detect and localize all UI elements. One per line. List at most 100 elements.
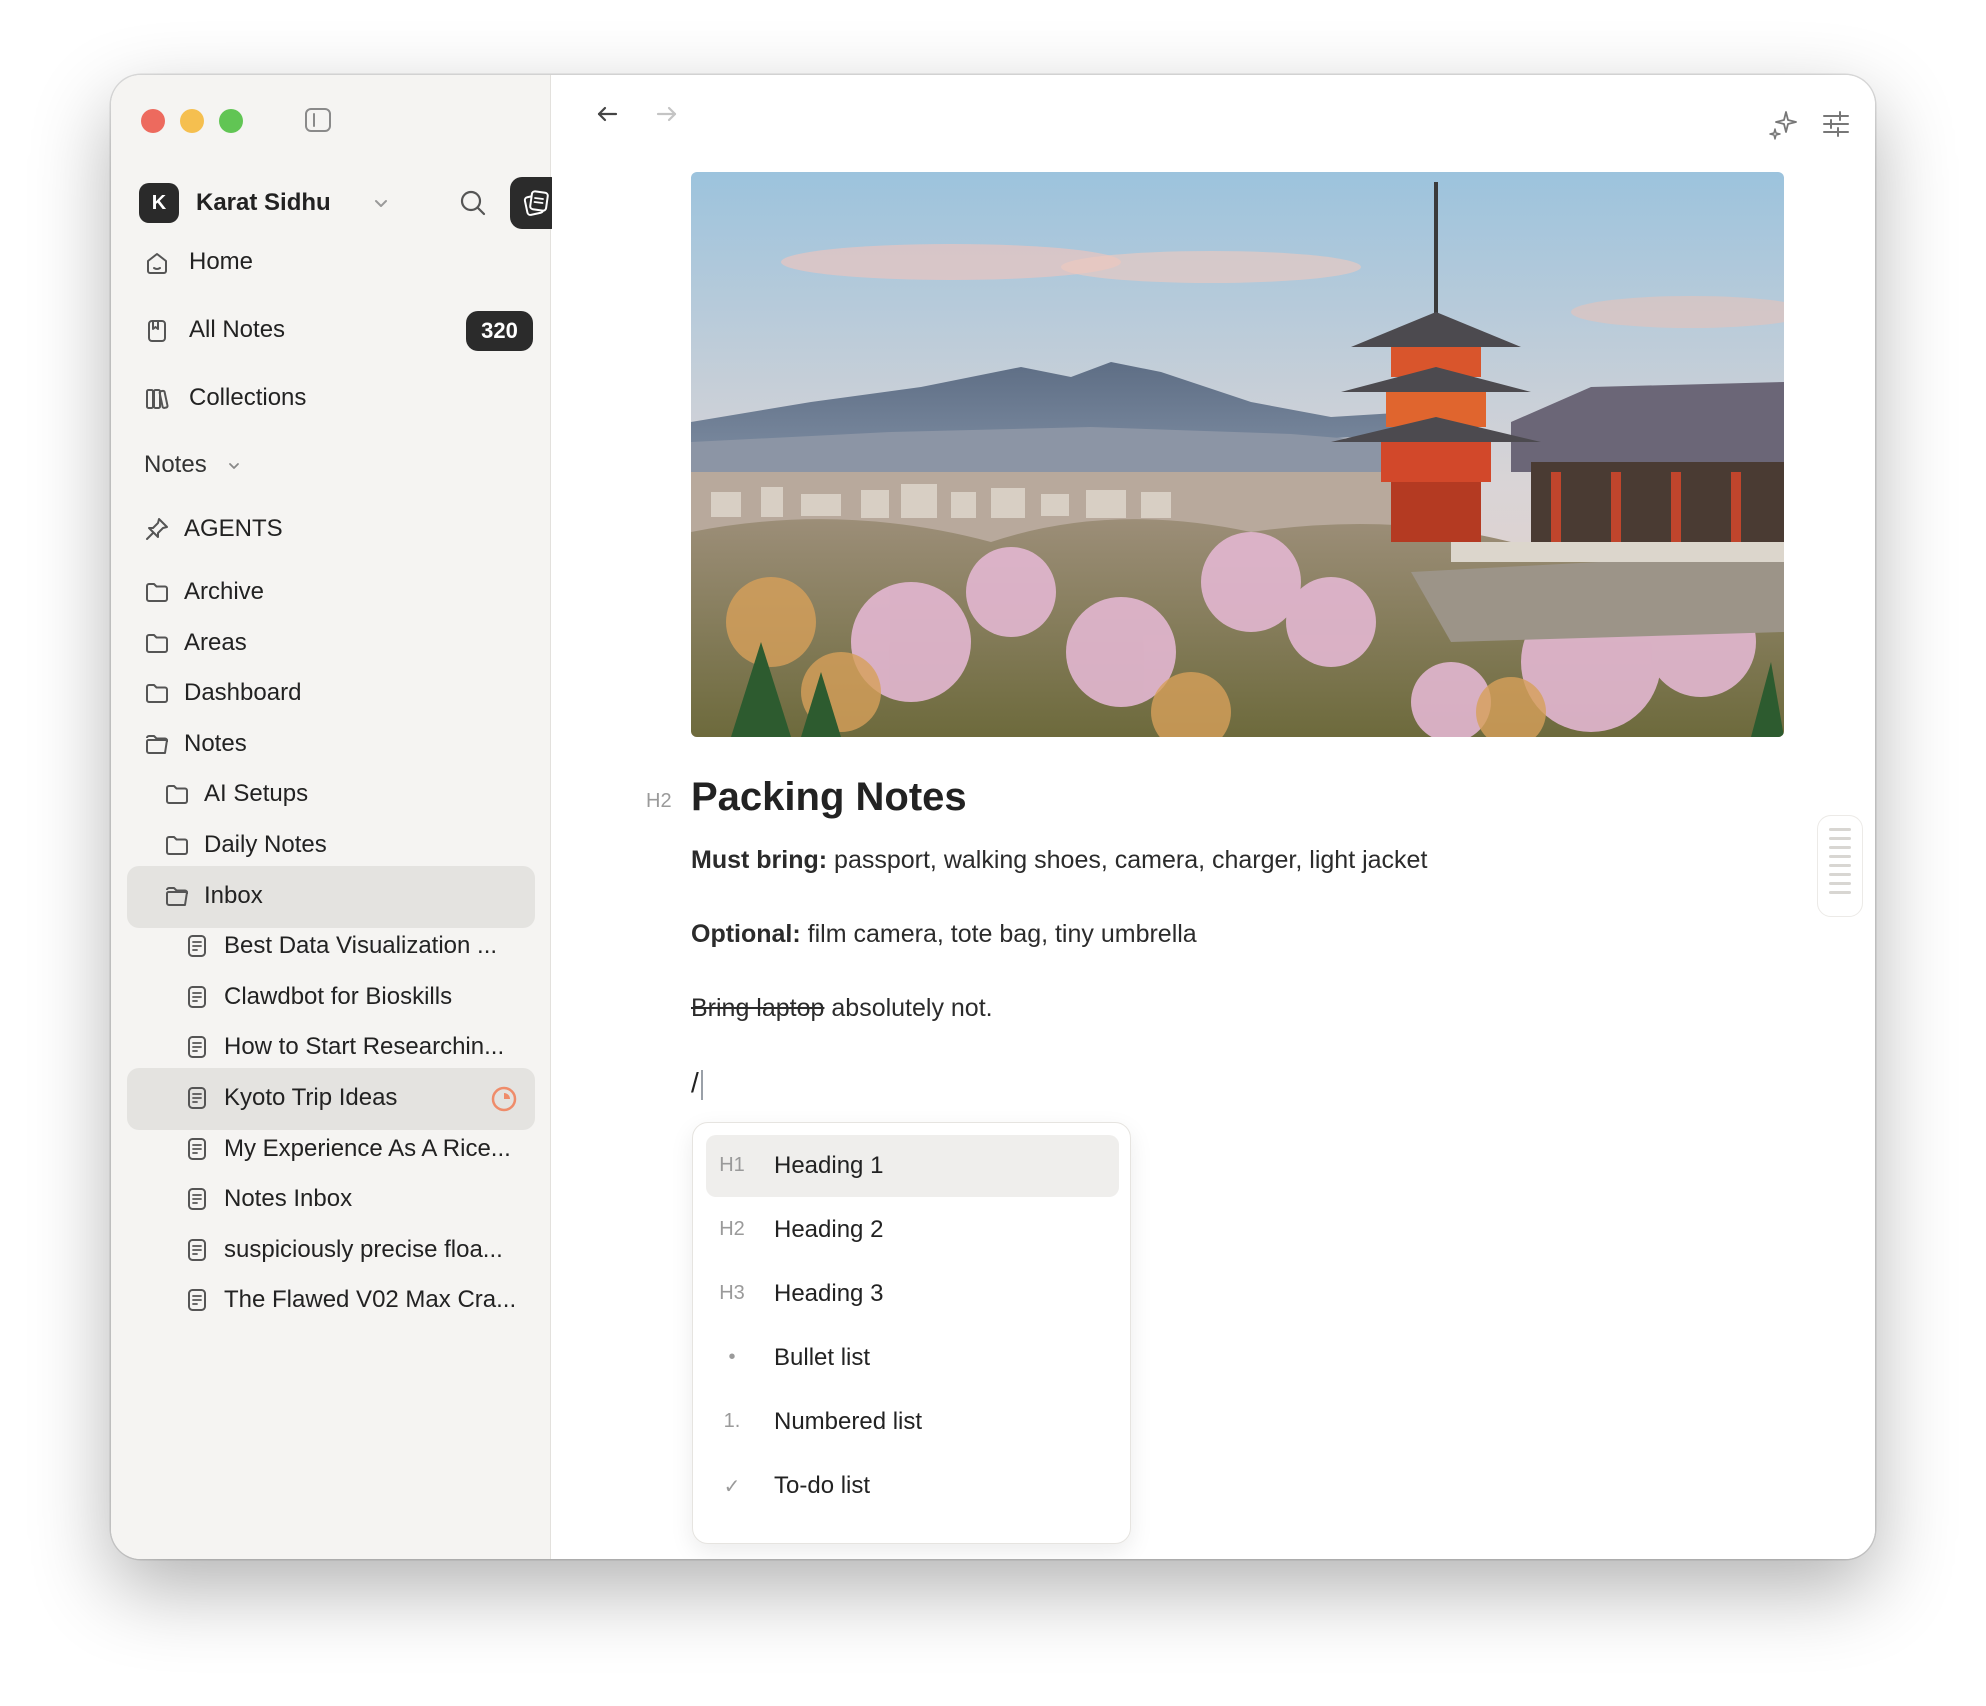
note-icon xyxy=(188,935,206,957)
menu-item-heading-1[interactable]: H1 Heading 1 xyxy=(706,1135,1119,1197)
folder-icon xyxy=(146,684,168,703)
menu-item-shortcut: 1. xyxy=(723,1410,741,1432)
account-row: K Karat Sidhu xyxy=(139,175,563,231)
paragraph-text: film camera, tote bag, tiny umbrella xyxy=(800,920,1197,948)
sidebar-item-collections[interactable]: Collections xyxy=(127,370,535,426)
sidebar-toggle-icon[interactable] xyxy=(303,105,333,135)
section-label: Notes xyxy=(144,451,207,478)
note-icon xyxy=(188,986,206,1008)
sidebar-item-label: All Notes xyxy=(189,316,286,343)
sparkle-icon[interactable] xyxy=(1767,107,1801,141)
close-window-button[interactable] xyxy=(141,109,165,133)
home-icon xyxy=(147,253,167,274)
tree-item-label: suspiciously precise floa... xyxy=(224,1236,503,1263)
menu-item-numbered-list[interactable]: 1. Numbered list xyxy=(706,1391,1119,1453)
search-icon[interactable] xyxy=(457,187,489,219)
menu-item-label: To-do list xyxy=(774,1472,871,1499)
slash-command-menu: H1 Heading 1 H2 Heading 2 H3 Heading 3 • Bullet… xyxy=(692,1122,1131,1544)
menu-item-shortcut: ✓ xyxy=(723,1476,741,1498)
note-icon xyxy=(188,1087,206,1109)
menu-item-label: Heading 2 xyxy=(774,1216,884,1243)
menu-item-shortcut: H3 xyxy=(719,1282,745,1304)
sidebar-item-agents[interactable]: AGENTS xyxy=(127,499,535,561)
strikethrough-text: Bring laptop xyxy=(691,994,825,1022)
notes-section-header[interactable]: Notes xyxy=(144,451,243,479)
folder-icon xyxy=(146,634,168,653)
sidebar-item-label: Collections xyxy=(189,384,307,411)
tree-item-label: The Flawed V02 Max Cra... xyxy=(224,1286,517,1313)
document-body[interactable]: H2 Packing Notes Must bring: passport, w… xyxy=(646,775,1784,1107)
account-name[interactable]: Karat Sidhu xyxy=(196,189,331,217)
menu-item-label: Heading 1 xyxy=(774,1152,884,1179)
folder-icon xyxy=(166,785,188,804)
back-arrow-icon[interactable] xyxy=(592,99,622,129)
menu-item-shortcut: • xyxy=(728,1346,736,1368)
chevron-down-icon xyxy=(229,462,240,469)
tree-item-label: Daily Notes xyxy=(204,831,327,858)
menu-item-label: Numbered list xyxy=(774,1408,923,1435)
must-bring-paragraph[interactable]: Must bring: passport, walking shoes, cam… xyxy=(691,845,1784,919)
tree-item-label: How to Start Researchin... xyxy=(224,1033,505,1060)
app-window: K Karat Sidhu Home All Notes 320 Collect… xyxy=(111,75,1875,1559)
heading-level-marker: H2 xyxy=(646,790,672,812)
paragraph-text: passport, walking shoes, camera, charger… xyxy=(827,846,1428,874)
menu-item-to-do-list[interactable]: ✓ To-do list xyxy=(706,1455,1119,1517)
traffic-lights xyxy=(141,109,243,133)
note-icon xyxy=(188,1239,206,1261)
tree-item-label: Dashboard xyxy=(184,679,302,706)
strikethrough-paragraph[interactable]: Bring laptop absolutely not. xyxy=(691,993,1784,1067)
tree-item-label: Clawdbot for Bioskills xyxy=(224,983,453,1010)
editor-pane: H2 Packing Notes Must bring: passport, w… xyxy=(552,75,1875,1559)
folder-open-icon xyxy=(166,887,188,906)
cover-image[interactable] xyxy=(691,172,1784,737)
folder-icon xyxy=(166,836,188,855)
menu-item-label: Heading 3 xyxy=(774,1280,884,1307)
sliders-icon[interactable] xyxy=(1819,107,1853,141)
notes-icon xyxy=(148,320,166,342)
compose-icon xyxy=(523,190,549,216)
collections-icon xyxy=(146,389,169,409)
menu-item-heading-3[interactable]: H3 Heading 3 xyxy=(706,1263,1119,1325)
sidebar-item-label: Home xyxy=(189,248,254,275)
tree-item-label: Notes xyxy=(184,730,247,757)
tree-item-label: My Experience As A Rice... xyxy=(224,1135,511,1162)
note-icon xyxy=(188,1138,206,1160)
folder-open-icon xyxy=(146,735,168,754)
pin-icon xyxy=(146,518,168,540)
note-icon xyxy=(188,1036,206,1058)
menu-item-bullet-list[interactable]: • Bullet list xyxy=(706,1327,1119,1389)
optional-paragraph[interactable]: Optional: film camera, tote bag, tiny um… xyxy=(691,919,1784,993)
bold-label: Optional: xyxy=(691,920,801,948)
tree-item-label: Kyoto Trip Ideas xyxy=(224,1084,398,1111)
sidebar-item-all-notes[interactable]: All Notes 320 xyxy=(127,302,535,358)
in-progress-status-icon[interactable] xyxy=(489,1084,519,1114)
tree-item-label: Best Data Visualization ... xyxy=(224,932,498,959)
slash-text: / xyxy=(691,1067,699,1098)
kyoto-pagoda-image xyxy=(691,172,1784,737)
outline-minimap[interactable] xyxy=(1817,815,1863,917)
paragraph-text: absolutely not. xyxy=(824,994,993,1022)
tree-item-label: Areas xyxy=(184,629,247,656)
notes-count-badge: 320 xyxy=(466,311,533,351)
tree-item-label: AI Setups xyxy=(204,780,309,807)
zoom-window-button[interactable] xyxy=(219,109,243,133)
bold-label: Must bring: xyxy=(691,846,828,874)
tree-item-label: Archive xyxy=(184,578,265,605)
chevron-down-icon[interactable] xyxy=(371,193,391,213)
tree-item-label: Inbox xyxy=(204,882,263,909)
tree-item-label: Notes Inbox xyxy=(224,1185,353,1212)
forward-arrow-icon[interactable] xyxy=(652,99,682,129)
avatar[interactable]: K xyxy=(139,183,179,223)
note-item-the-flawed-v02-max-cra[interactable]: The Flawed V02 Max Cra... xyxy=(127,1270,535,1332)
menu-item-heading-2[interactable]: H2 Heading 2 xyxy=(706,1199,1119,1261)
note-icon xyxy=(188,1289,206,1311)
section-heading[interactable]: Packing Notes xyxy=(691,775,1784,845)
slash-command-input[interactable]: / xyxy=(691,1067,1784,1107)
minimize-window-button[interactable] xyxy=(180,109,204,133)
folder-icon xyxy=(146,583,168,602)
sidebar-item-label: AGENTS xyxy=(184,515,283,542)
menu-item-shortcut: H2 xyxy=(719,1218,745,1240)
menu-item-shortcut: H1 xyxy=(719,1154,745,1176)
sidebar-item-home[interactable]: Home xyxy=(127,234,535,290)
text-caret xyxy=(700,1069,703,1100)
